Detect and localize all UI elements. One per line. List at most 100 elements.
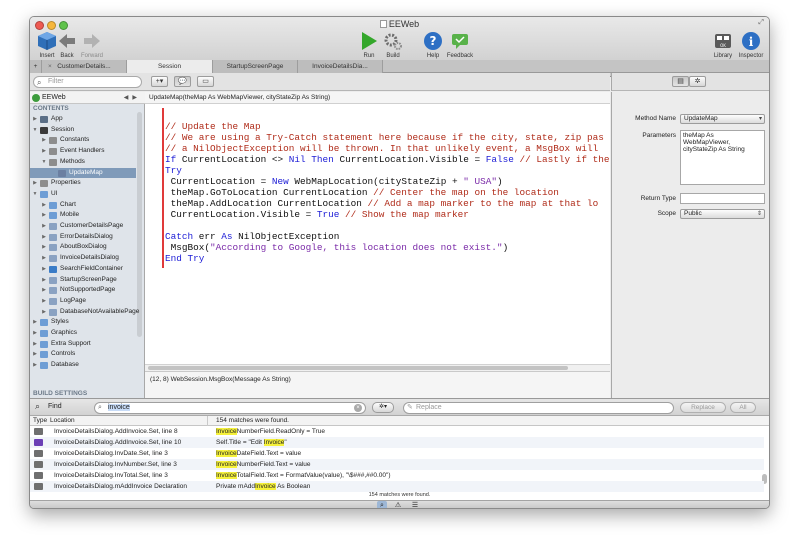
find-options-button[interactable]: ✲▾ [372, 402, 394, 413]
sidebar-item[interactable]: ▼ Session [30, 125, 136, 136]
tab-invoice-details-dialog[interactable]: InvoiceDetailsDia... [298, 60, 383, 73]
disclosure-closed-icon[interactable]: ▶ [41, 307, 47, 318]
sidebar-item[interactable]: ▶ DatabaseNotAvailablePage [30, 307, 139, 318]
result-row[interactable]: InvoiceDetailsDialog.InvTotal.Set, line … [30, 470, 764, 481]
result-row[interactable]: InvoiceDetailsDialog.InvNumber.Set, line… [30, 459, 764, 470]
disclosure-closed-icon[interactable]: ▶ [41, 146, 47, 157]
disclosure-closed-icon[interactable]: ▶ [32, 360, 38, 371]
disclosure-open-icon[interactable]: ▼ [41, 157, 47, 168]
sidebar-item[interactable]: ▶ Properties [30, 178, 136, 189]
results-list[interactable]: InvoiceDetailsDialog.AddInvoice.Set, lin… [30, 426, 769, 492]
disclosure-closed-icon[interactable]: ▶ [32, 178, 38, 189]
disclosure-closed-icon[interactable]: ▶ [41, 210, 47, 221]
sidebar-item[interactable]: ▶ Database [30, 360, 136, 371]
tab-session[interactable]: Session [127, 60, 213, 73]
inspector-button[interactable]: i Inspector [734, 31, 768, 59]
disclosure-closed-icon[interactable]: ▶ [41, 253, 47, 264]
code-line[interactable]: Catch err As NilObjectException [165, 231, 339, 242]
disclosure-closed-icon[interactable]: ▶ [41, 242, 47, 253]
method-name-combo[interactable]: UpdateMap ▾ [680, 114, 765, 124]
code-line[interactable]: CurrentLocation = New WebMapLocation(cit… [165, 176, 503, 187]
comment-view-button[interactable]: 💬 [174, 76, 191, 87]
column-type[interactable]: Type [33, 416, 47, 426]
code-line[interactable]: theMap.GoToLocation CurrentLocation // C… [165, 187, 559, 198]
messages-icon[interactable]: ☰ [410, 501, 420, 508]
disclosure-closed-icon[interactable]: ▶ [32, 114, 38, 125]
sidebar-item[interactable]: ▶ ErrorDetailsDialog [30, 232, 136, 243]
result-row[interactable]: InvoiceDetailsDialog.AddInvoice.Set, lin… [30, 437, 764, 448]
result-row[interactable]: InvoiceDetailsDialog.mAddInvoice Declara… [30, 481, 764, 492]
code-editor[interactable]: // Update the Map// We are using a Try-C… [145, 104, 610, 364]
filter-input[interactable]: ⌕ Filter [33, 76, 142, 88]
disclosure-closed-icon[interactable]: ▶ [41, 275, 47, 286]
replace-button[interactable]: Replace [680, 402, 726, 413]
sidebar-item[interactable]: ▶ Extra Support [30, 339, 136, 350]
code-line[interactable]: MsgBox("According to Google, this locati… [165, 242, 509, 253]
disclosure-closed-icon[interactable]: ▶ [41, 221, 47, 232]
disclosure-closed-icon[interactable]: ▶ [41, 296, 47, 307]
sidebar-item[interactable]: ▶ AboutBoxDialog [30, 242, 136, 253]
return-type-field[interactable] [680, 193, 765, 204]
sidebar-item[interactable]: ▶ LogPage [30, 296, 136, 307]
disclosure-closed-icon[interactable]: ▶ [41, 200, 47, 211]
find-input[interactable]: ⌕ invoice × [94, 402, 366, 414]
sidebar-item[interactable]: ▶ Graphics [30, 328, 136, 339]
tab-startup-screen-page[interactable]: StartupScreenPage [213, 60, 298, 73]
sidebar-item[interactable]: ▶ Chart [30, 200, 136, 211]
add-item-button[interactable]: +▾ [151, 76, 168, 87]
disclosure-closed-icon[interactable]: ▶ [32, 328, 38, 339]
sidebar-item[interactable]: ▶ Mobile [30, 210, 136, 221]
disclosure-closed-icon[interactable]: ▶ [32, 349, 38, 360]
search-tab-icon[interactable]: ⌕ [377, 501, 387, 508]
replace-input[interactable]: ✎ Replace [403, 402, 674, 414]
editor-horizontal-scrollbar[interactable] [145, 364, 610, 371]
code-line[interactable]: CurrentLocation.Visible = True // Show t… [165, 209, 469, 220]
code-line[interactable]: End Try [165, 253, 204, 264]
tab-customer-details[interactable]: × CustomerDetails... [42, 60, 127, 73]
disclosure-closed-icon[interactable]: ▶ [41, 232, 47, 243]
scroll-knob[interactable] [148, 366, 568, 370]
sidebar-item[interactable]: ▶ SearchFieldContainer [30, 264, 136, 275]
layout-view-button[interactable]: ▭ [197, 76, 214, 87]
code-line[interactable]: // a NilObjectException will be thrown. … [165, 143, 598, 154]
sidebar-item[interactable]: UpdateMap [30, 167, 136, 179]
sidebar-item[interactable]: ▶ InvoiceDetailsDialog [30, 253, 136, 264]
sidebar-item[interactable]: ▶ CustomerDetailsPage [30, 221, 136, 232]
sidebar-item[interactable]: ▶ Event Handlers [30, 146, 136, 157]
sidebar-item[interactable]: ▼ UI [30, 189, 136, 200]
code-line[interactable]: // We are using a Try-Catch statement he… [165, 132, 604, 143]
code-line[interactable]: Try [165, 165, 182, 176]
inspector-properties-tab[interactable]: ▤ [672, 76, 689, 87]
disclosure-open-icon[interactable]: ▼ [32, 189, 38, 200]
fullscreen-icon[interactable]: ⤢ [758, 19, 764, 27]
sidebar-item[interactable]: ▶ NotSupportedPage [30, 285, 136, 296]
scope-popup[interactable]: Public ⇕ [680, 209, 765, 219]
sidebar-item[interactable]: ▶ Controls [30, 349, 136, 360]
sidebar-item[interactable]: ▼ Methods [30, 157, 136, 168]
disclosure-closed-icon[interactable]: ▶ [32, 339, 38, 350]
replace-all-button[interactable]: All [730, 402, 756, 413]
column-location[interactable]: Location [50, 416, 75, 426]
disclosure-closed-icon[interactable]: ▶ [32, 317, 38, 328]
disclosure-closed-icon[interactable]: ▶ [41, 135, 47, 146]
parameters-field[interactable]: theMap As WebMapViewer, cityStateZip As … [680, 130, 765, 185]
disclosure-open-icon[interactable]: ▼ [32, 125, 38, 136]
sidebar-item[interactable]: ▶ StartupScreenPage [30, 275, 136, 286]
new-tab-button[interactable]: + [30, 60, 42, 73]
result-row[interactable]: InvoiceDetailsDialog.AddInvoice.Set, lin… [30, 426, 764, 437]
forward-button[interactable]: Forward [75, 31, 109, 59]
sidebar-item[interactable]: ▶ App [30, 114, 136, 125]
result-row[interactable]: InvoiceDetailsDialog.InvDate.Set, line 3… [30, 448, 764, 459]
sidebar-item[interactable]: ▶ Constants [30, 135, 136, 146]
history-arrows-icon[interactable]: ◀▶ [124, 92, 141, 104]
code-line[interactable]: If CurrentLocation <> Nil Then CurrentLo… [165, 154, 610, 165]
sidebar-item[interactable]: ▶ Styles [30, 317, 136, 328]
sidebar-scrollbar[interactable] [137, 112, 142, 337]
build-button[interactable]: Build [376, 31, 410, 59]
code-line[interactable]: // Update the Map [165, 121, 261, 132]
code-line[interactable]: theMap.AddLocation CurrentLocation // Ad… [165, 198, 599, 209]
feedback-button[interactable]: Feedback [443, 31, 477, 59]
close-tab-icon[interactable]: × [48, 60, 52, 73]
clear-search-icon[interactable]: × [354, 404, 362, 412]
disclosure-closed-icon[interactable]: ▶ [41, 285, 47, 296]
